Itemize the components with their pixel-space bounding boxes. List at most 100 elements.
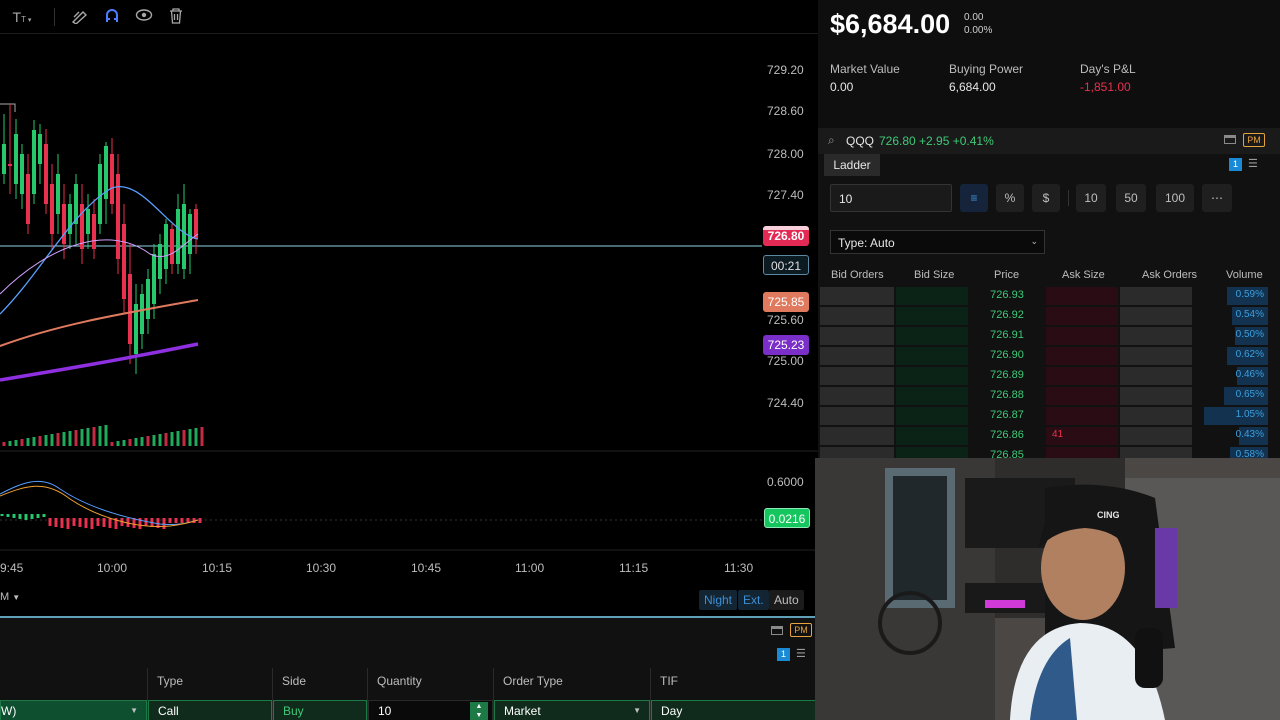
ladder-row[interactable]: 726.93 0.59% <box>820 286 1268 306</box>
ask-orders-cell[interactable] <box>1120 427 1192 445</box>
candle-body <box>128 274 132 344</box>
ladder-row[interactable]: 726.86 41 0.43% <box>820 426 1268 446</box>
ask-orders-cell[interactable] <box>1120 347 1192 365</box>
bid-size-cell[interactable] <box>896 367 968 385</box>
ask-orders-cell[interactable] <box>1120 387 1192 405</box>
bid-orders-header: Bid Orders <box>831 269 884 281</box>
contract-select[interactable]: W) ▼ <box>0 700 147 720</box>
more-options-button[interactable]: ⋯ <box>1202 184 1232 212</box>
shares-mode-button[interactable]: ≡ <box>960 184 988 212</box>
layout-icon[interactable] <box>771 626 783 635</box>
symbol-search-bar[interactable]: ⌕ QQQ 726.80 +2.95 +0.41% PM <box>818 128 1280 154</box>
candlestick-chart[interactable] <box>0 34 818 616</box>
macd-histogram-bar <box>96 518 100 526</box>
bid-orders-cell[interactable] <box>820 347 894 365</box>
ask-orders-cell[interactable] <box>1120 307 1192 325</box>
ask-orders-cell[interactable] <box>1120 327 1192 345</box>
ladder-row[interactable]: 726.92 0.54% <box>820 306 1268 326</box>
ask-size-cell[interactable] <box>1046 387 1118 405</box>
ladder-quantity-input[interactable]: 10 <box>830 184 952 212</box>
ladder-quantity-value: 10 <box>839 192 853 206</box>
layout-icon[interactable] <box>1224 135 1236 144</box>
bid-size-cell[interactable] <box>896 387 968 405</box>
bid-size-cell[interactable] <box>896 347 968 365</box>
bid-orders-cell[interactable] <box>820 407 894 425</box>
ladder-row[interactable]: 726.91 0.50% <box>820 326 1268 346</box>
tif-select[interactable]: Day <box>651 700 818 720</box>
quick-qty-100-button[interactable]: 100 <box>1156 184 1194 212</box>
side-select[interactable]: Buy <box>273 700 367 720</box>
magnet-icon[interactable] <box>102 8 122 26</box>
price-axis-label: 725.60 <box>767 313 804 327</box>
list-icon[interactable]: ☰ <box>1248 157 1258 170</box>
macd-histogram-bar <box>162 518 166 529</box>
ladder-row[interactable]: 726.89 0.46% <box>820 366 1268 386</box>
quantity-input[interactable]: 10 ▲ ▼ <box>368 700 493 720</box>
bid-orders-cell[interactable] <box>820 287 894 305</box>
ask-orders-cell[interactable] <box>1120 407 1192 425</box>
order-type-select-label: Type: Auto <box>838 236 895 250</box>
percent-mode-button[interactable]: % <box>996 184 1024 212</box>
bid-size-cell[interactable] <box>896 327 968 345</box>
timeframe-label: M <box>0 591 10 603</box>
tif-header: TIF <box>660 674 678 688</box>
candle-body <box>32 130 36 194</box>
bid-size-cell[interactable] <box>896 307 968 325</box>
ask-size-cell[interactable] <box>1046 367 1118 385</box>
quick-qty-10-button[interactable]: 10 <box>1076 184 1106 212</box>
bid-orders-cell[interactable] <box>820 327 894 345</box>
order-link-badge[interactable]: 1 <box>777 648 790 661</box>
macd-histogram-bar <box>0 514 4 516</box>
range-marker <box>0 103 16 112</box>
timeframe-dropdown[interactable]: M ▼ <box>0 591 20 603</box>
chevron-down-icon: ▼ <box>633 706 641 715</box>
macd-histogram-bar <box>180 518 184 523</box>
quantity-header: Quantity <box>377 674 422 688</box>
volume-bar <box>146 436 150 446</box>
bid-size-cell[interactable] <box>896 407 968 425</box>
ask-size-cell[interactable] <box>1046 327 1118 345</box>
candle-body <box>122 224 126 299</box>
ladder-row[interactable]: 726.88 0.65% <box>820 386 1268 406</box>
ladder-price: 726.86 <box>990 429 1024 441</box>
chevron-down-icon: ▼ <box>130 706 138 715</box>
macd-histogram-bar <box>78 518 82 527</box>
draw-tool-icon[interactable] <box>70 8 90 26</box>
ask-orders-cell[interactable] <box>1120 287 1192 305</box>
bid-size-cell[interactable] <box>896 287 968 305</box>
ask-orders-cell[interactable] <box>1120 367 1192 385</box>
ladder-link-badge[interactable]: 1 <box>1229 158 1242 171</box>
ladder-row[interactable]: 726.87 1.05% <box>820 406 1268 426</box>
quick-qty-50-button[interactable]: 50 <box>1116 184 1146 212</box>
extended-hours-button[interactable]: Ext. <box>738 590 769 610</box>
auto-scale-button[interactable]: Auto <box>769 590 804 610</box>
ask-size-cell[interactable] <box>1046 347 1118 365</box>
ladder-row[interactable]: 726.90 0.62% <box>820 346 1268 366</box>
trash-icon[interactable] <box>166 8 186 26</box>
quantity-stepper[interactable]: ▲ ▼ <box>470 702 488 720</box>
night-mode-button[interactable]: Night <box>699 590 738 610</box>
order-type-select[interactable]: Type: Auto ⌄ <box>830 230 1045 254</box>
bid-orders-cell[interactable] <box>820 307 894 325</box>
bid-orders-cell[interactable] <box>820 367 894 385</box>
list-icon[interactable]: ☰ <box>796 647 806 660</box>
volume-bar <box>176 431 180 446</box>
option-type-select[interactable]: Call <box>148 700 272 720</box>
bid-orders-cell[interactable] <box>820 427 894 445</box>
eye-icon[interactable] <box>134 8 154 26</box>
volume-bar <box>80 429 84 446</box>
chart-panel[interactable]: TT ▾ 729.20 728.60 728.00 727.40 725.60 … <box>0 0 818 616</box>
ask-size-cell[interactable] <box>1046 287 1118 305</box>
tab-ladder[interactable]: Ladder <box>824 154 880 176</box>
ask-size-cell[interactable] <box>1046 407 1118 425</box>
macd-histogram-bar <box>84 518 88 528</box>
macd-histogram-bar <box>108 518 112 528</box>
price-header: Price <box>994 269 1020 281</box>
ask-size-cell[interactable] <box>1046 307 1118 325</box>
order-type-select[interactable]: Market ▼ <box>494 700 650 720</box>
text-tool-icon[interactable]: TT ▾ <box>12 8 32 26</box>
dollar-mode-button[interactable]: $ <box>1032 184 1060 212</box>
bid-size-cell[interactable] <box>896 427 968 445</box>
bid-orders-cell[interactable] <box>820 387 894 405</box>
volume-bar <box>104 425 108 446</box>
